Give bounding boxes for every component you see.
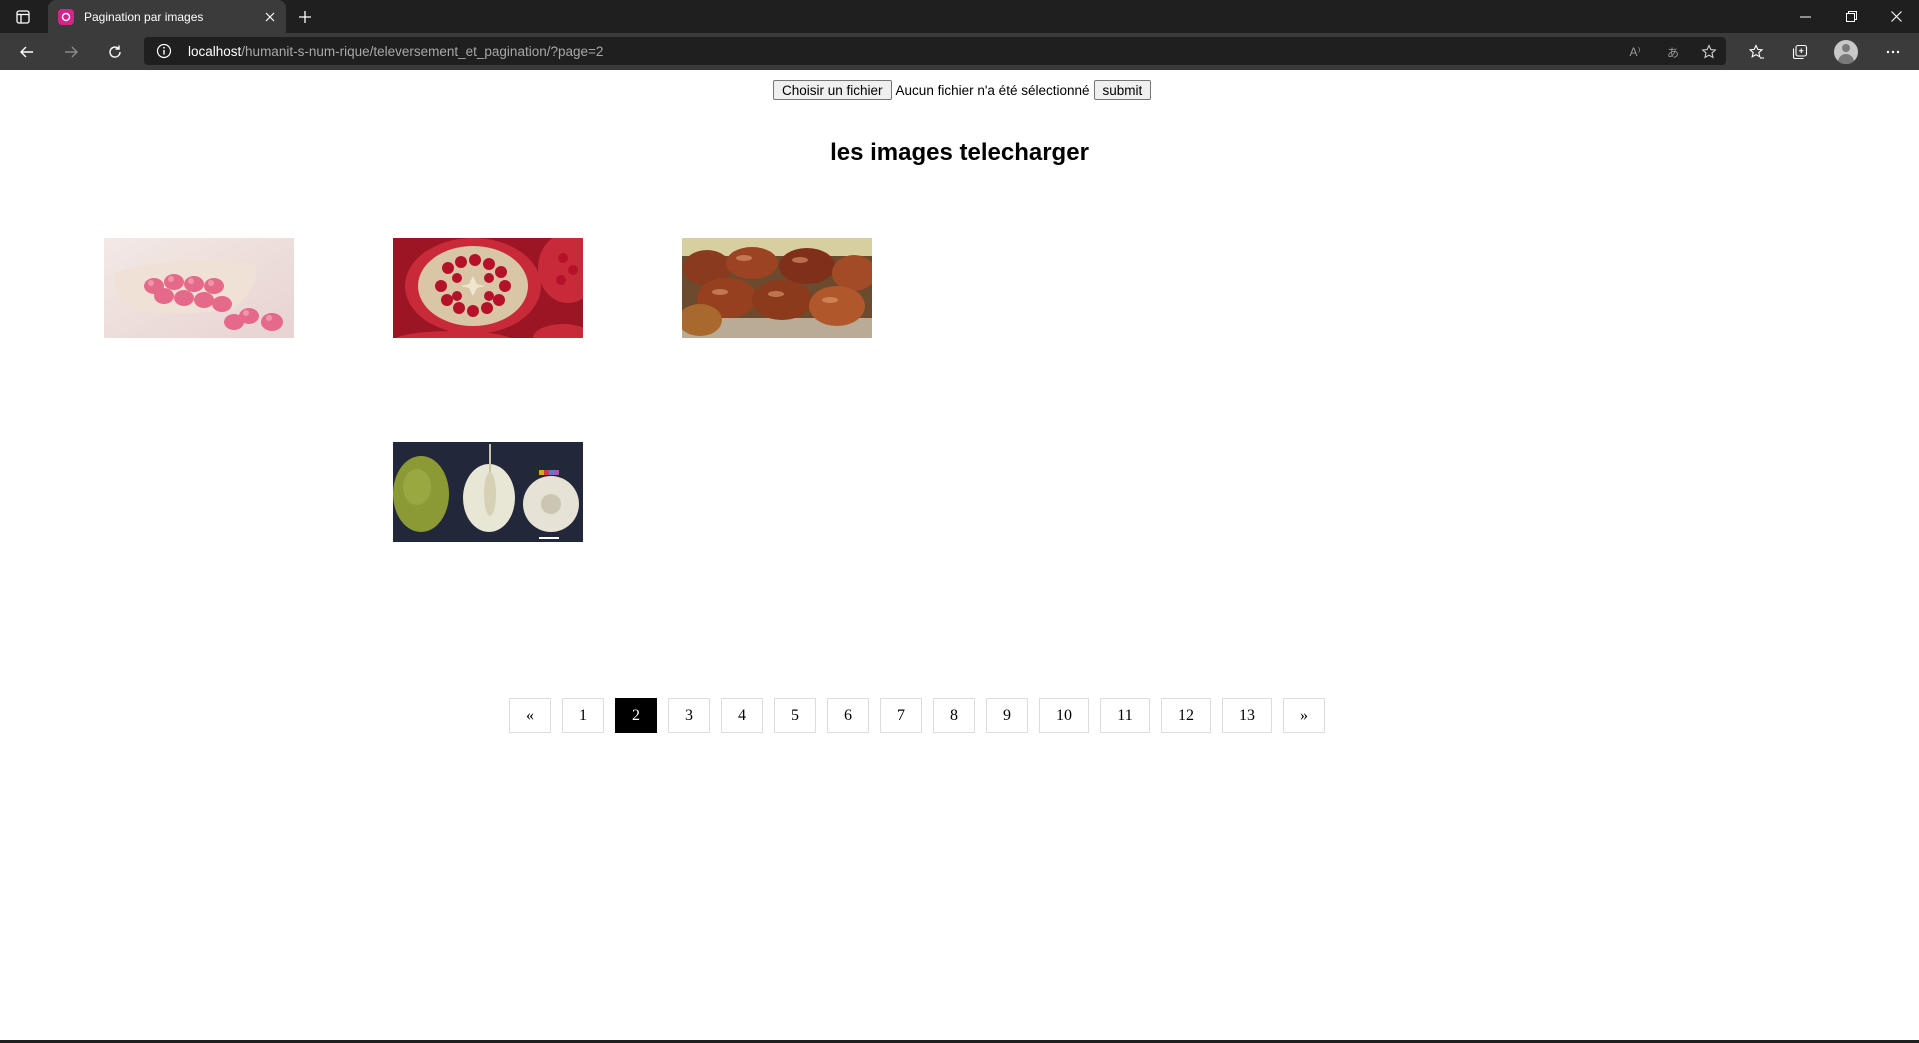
- image-jujube[interactable]: [682, 238, 872, 338]
- page-9-button[interactable]: 9: [986, 698, 1028, 733]
- translate-icon[interactable]: あ: [1662, 41, 1684, 63]
- page-1-button[interactable]: 1: [562, 698, 604, 733]
- more-menu-icon[interactable]: [1879, 38, 1907, 66]
- page-12-button[interactable]: 12: [1161, 698, 1211, 733]
- back-icon[interactable]: [13, 38, 41, 66]
- image-pink-berries[interactable]: [104, 238, 294, 338]
- address-url[interactable]: localhost/humanit-s-num-rique/televersem…: [188, 44, 603, 59]
- minimize-icon[interactable]: [1782, 0, 1828, 33]
- url-host: localhost: [188, 44, 242, 59]
- submit-button[interactable]: submit: [1093, 80, 1152, 100]
- refresh-icon[interactable]: [101, 38, 129, 66]
- page-prev-button[interactable]: «: [509, 698, 551, 733]
- file-status-text: Aucun fichier n'a été sélectionné: [895, 82, 1090, 98]
- browser-toolbar: localhost/humanit-s-num-rique/televersem…: [0, 33, 1919, 70]
- choose-file-button[interactable]: Choisir un fichier: [773, 80, 892, 100]
- tab-favicon-icon: [58, 8, 74, 25]
- page-13-button[interactable]: 13: [1222, 698, 1272, 733]
- page-2-button[interactable]: 2: [615, 698, 657, 733]
- favorites-icon[interactable]: [1743, 38, 1771, 66]
- browser-tab[interactable]: Pagination par images: [48, 0, 286, 33]
- page-8-button[interactable]: 8: [933, 698, 975, 733]
- page-3-button[interactable]: 3: [668, 698, 710, 733]
- page-10-button[interactable]: 10: [1039, 698, 1089, 733]
- tab-close-icon[interactable]: [258, 5, 282, 29]
- page-7-button[interactable]: 7: [880, 698, 922, 733]
- add-favorite-icon[interactable]: [1698, 41, 1720, 63]
- pagination: « 1 2 3 4 5 6 7 8 9 10 11 12 13 »: [509, 698, 1336, 733]
- collections-icon[interactable]: [1786, 38, 1814, 66]
- forward-icon[interactable]: [57, 38, 85, 66]
- page-6-button[interactable]: 6: [827, 698, 869, 733]
- close-window-icon[interactable]: [1873, 0, 1919, 33]
- image-breadfruit[interactable]: [393, 442, 583, 542]
- page-11-button[interactable]: 11: [1100, 698, 1150, 733]
- page-4-button[interactable]: 4: [721, 698, 763, 733]
- new-tab-icon[interactable]: [292, 4, 318, 30]
- restore-icon[interactable]: [1828, 0, 1874, 33]
- image-pomegranate[interactable]: [393, 238, 583, 338]
- address-bar[interactable]: localhost/humanit-s-num-rique/televersem…: [144, 37, 1726, 65]
- url-path: /humanit-s-num-rique/televersement_et_pa…: [241, 44, 604, 59]
- page-title: les images telecharger: [830, 139, 1089, 166]
- read-aloud-icon[interactable]: A⁾: [1624, 41, 1646, 63]
- browser-titlebar: Pagination par images: [0, 0, 1919, 33]
- page-5-button[interactable]: 5: [774, 698, 816, 733]
- profile-avatar-icon[interactable]: [1834, 40, 1858, 64]
- tab-actions-icon[interactable]: [12, 6, 34, 28]
- tab-title: Pagination par images: [84, 9, 204, 24]
- upload-form: Choisir un fichier Aucun fichier n'a été…: [773, 80, 1152, 100]
- site-info-icon[interactable]: [156, 43, 172, 59]
- page-next-button[interactable]: »: [1283, 698, 1325, 733]
